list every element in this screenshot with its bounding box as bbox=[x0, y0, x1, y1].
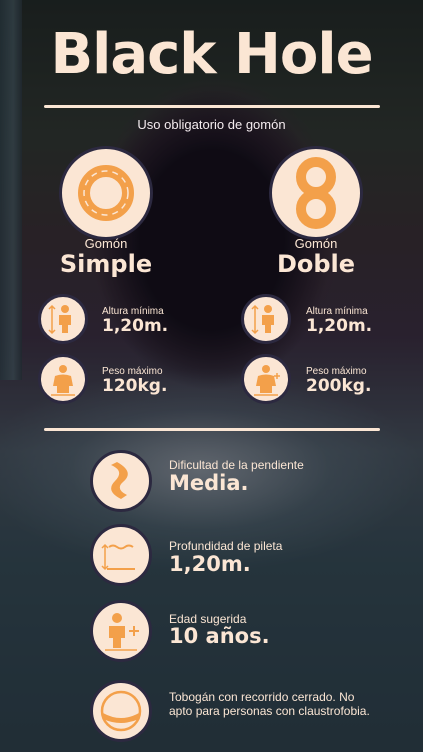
subtitle: Uso obligatorio de gomón bbox=[137, 117, 286, 132]
pool-depth-label: Profundidad de pileta bbox=[169, 539, 283, 553]
max-weight-value-simple: 120kg. bbox=[102, 376, 168, 396]
tube-label-doble: Gomón bbox=[294, 236, 338, 251]
top-divider bbox=[44, 105, 380, 108]
age-value: 10 años. bbox=[169, 624, 270, 648]
slope-label: Dificultad de la pendiente bbox=[169, 458, 304, 472]
slope-value: Media. bbox=[169, 471, 249, 495]
min-height-icon bbox=[38, 294, 88, 344]
middle-divider bbox=[44, 428, 380, 431]
tube-label-simple: Gomón bbox=[84, 236, 128, 251]
slope-icon bbox=[90, 450, 152, 512]
max-weight-icon bbox=[241, 354, 291, 404]
min-height-icon bbox=[241, 294, 291, 344]
max-weight-value-doble: 200kg. bbox=[306, 376, 372, 396]
age-icon bbox=[90, 600, 152, 662]
pool-depth-icon bbox=[90, 524, 152, 586]
tube-name-doble: Doble bbox=[276, 250, 356, 278]
double-tube-icon bbox=[269, 146, 363, 240]
closed-tube-note: Tobogán con recorrido cerrado. No apto p… bbox=[169, 690, 370, 718]
max-weight-icon bbox=[38, 354, 88, 404]
tube-name-simple: Simple bbox=[59, 250, 153, 278]
min-height-value-simple: 1,20m. bbox=[102, 316, 169, 336]
single-tube-icon bbox=[59, 146, 153, 240]
closed-tube-icon bbox=[90, 680, 152, 742]
pool-depth-value: 1,20m. bbox=[169, 552, 251, 576]
page-title: Black Hole bbox=[50, 22, 373, 87]
min-height-value-doble: 1,20m. bbox=[306, 316, 373, 336]
